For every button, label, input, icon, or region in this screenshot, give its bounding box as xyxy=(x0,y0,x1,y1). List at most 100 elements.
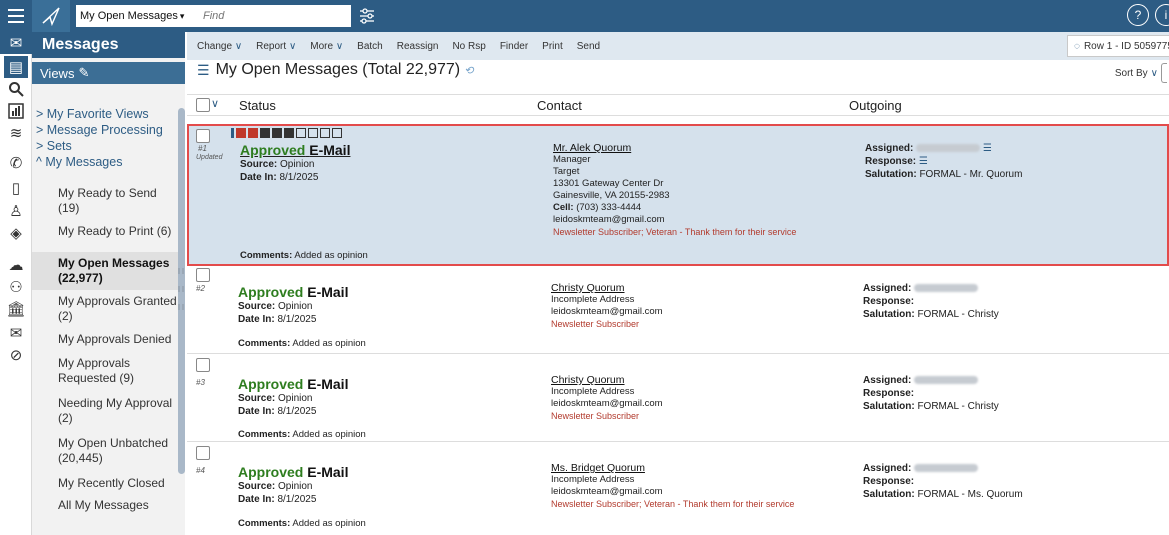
contact-name-link[interactable]: Christy Quorum xyxy=(551,374,663,386)
add-user-icon[interactable]: ♙ xyxy=(4,200,28,222)
sidebar-item-all-messages[interactable]: All My Messages xyxy=(32,494,178,514)
report-menu[interactable]: Report ∨ xyxy=(256,41,296,52)
sidebar-item-approvals-denied[interactable]: My Approvals Denied xyxy=(32,330,178,352)
row-checkbox[interactable] xyxy=(196,268,210,282)
help-icon[interactable]: ? xyxy=(1127,4,1149,26)
filter-icon[interactable]: ☰ xyxy=(197,62,210,79)
mail-icon[interactable]: ✉ xyxy=(0,32,32,54)
select-all-checkbox[interactable] xyxy=(196,98,210,112)
status-heading[interactable]: Approved E-Mail xyxy=(238,376,348,392)
send-button[interactable]: Send xyxy=(577,41,600,52)
chevron-down-icon: ∨ xyxy=(335,40,344,52)
reports-icon[interactable] xyxy=(4,100,28,122)
status-heading[interactable]: Approved E-Mail xyxy=(240,142,350,158)
link-icon[interactable] xyxy=(296,128,306,138)
bank-icon[interactable]: 🏛 xyxy=(4,298,28,320)
sidebar-item-ready-to-send[interactable]: My Ready to Send (19) xyxy=(32,184,178,224)
status-cell: Approved E-Mail Source: Opinion Date In:… xyxy=(238,284,348,326)
row-checkbox[interactable] xyxy=(196,358,210,372)
sort-toggle[interactable] xyxy=(1161,63,1167,83)
phone-icon[interactable]: ✆ xyxy=(4,152,28,174)
sidebar-item-approvals-requested[interactable]: My Approvals Requested (9) xyxy=(32,352,178,392)
row-checkbox[interactable] xyxy=(196,129,210,143)
batch-button[interactable]: Batch xyxy=(357,41,383,52)
envelope-icon[interactable]: ✉ xyxy=(4,322,28,344)
tree-item-favorite-views[interactable]: > My Favorite Views xyxy=(32,106,180,122)
table-row[interactable]: #3 Approved E-Mail Source: Opinion Date … xyxy=(187,354,1169,442)
filter-icon[interactable]: ☰ xyxy=(919,156,928,167)
label-icon[interactable] xyxy=(332,128,342,138)
find-input[interactable] xyxy=(201,5,351,27)
drag-handle-icon[interactable] xyxy=(231,128,234,138)
app-window: My Open Messages ▾ ? i ✉ ▤ ≋ ✆ ▯ ♙ ◈ ☁ ⚇… xyxy=(0,0,1169,535)
status-cell: Approved E-Mail Source: Opinion Date In:… xyxy=(238,376,348,418)
date-in-value: 8/1/2025 xyxy=(277,406,317,417)
cloud-icon[interactable]: ☁ xyxy=(4,254,28,276)
table-row[interactable]: #1 Updated Approved E-Mail Source: Opini… xyxy=(187,124,1169,266)
channel: E-Mail xyxy=(307,376,349,392)
status-cell: Approved E-Mail Source: Opinion Date In:… xyxy=(238,464,348,506)
sidebar-item-recently-closed[interactable]: My Recently Closed xyxy=(32,472,178,494)
contact-name-link[interactable]: Christy Quorum xyxy=(551,282,663,294)
tree-item-my-messages[interactable]: ^ My Messages xyxy=(32,154,180,170)
sidebar-item-open-unbatched[interactable]: My Open Unbatched (20,445) xyxy=(32,432,178,472)
salutation-label: Salutation: xyxy=(865,169,917,180)
views-bar[interactable]: Views ✎ xyxy=(32,62,185,84)
views-icon[interactable]: ▤ xyxy=(4,56,28,78)
filter-icon[interactable]: ☰ xyxy=(983,143,992,154)
pencil-icon[interactable]: ✎ xyxy=(78,65,89,81)
search-icon[interactable] xyxy=(4,78,28,100)
chevron-down-icon[interactable]: ∨ xyxy=(211,97,219,110)
sidebar-item-approvals-granted[interactable]: My Approvals Granted (2) xyxy=(32,290,178,330)
table-row[interactable]: #4 Approved E-Mail Source: Opinion Date … xyxy=(187,442,1169,535)
row-checkbox[interactable] xyxy=(196,446,210,460)
status-heading[interactable]: Approved E-Mail xyxy=(238,464,348,480)
tree-item-message-processing[interactable]: > Message Processing xyxy=(32,122,180,138)
tree-item-sets[interactable]: > Sets xyxy=(32,138,180,154)
no-rsp-button[interactable]: No Rsp xyxy=(452,41,485,52)
groups-icon[interactable]: ⚇ xyxy=(4,276,28,298)
delete-icon[interactable] xyxy=(248,128,258,138)
chevron-down-icon: ∨ xyxy=(288,40,297,52)
change-menu[interactable]: Change ∨ xyxy=(197,41,242,52)
table-row[interactable]: #2 Approved E-Mail Source: Opinion Date … xyxy=(187,268,1169,354)
contact-tags: Newsletter Subscriber xyxy=(551,319,640,329)
column-outgoing[interactable]: Outgoing xyxy=(849,98,902,113)
print-icon[interactable] xyxy=(260,128,270,138)
filter-settings-icon[interactable] xyxy=(351,5,383,27)
tag-icon[interactable] xyxy=(284,128,294,138)
info-icon[interactable]: i xyxy=(1155,4,1169,26)
contact-name-link[interactable]: Mr. Alek Quorum xyxy=(553,142,796,154)
reassign-button[interactable]: Reassign xyxy=(397,41,439,52)
edit-icon[interactable] xyxy=(236,128,246,138)
envelope-icon[interactable] xyxy=(272,128,282,138)
salutation-label: Salutation: xyxy=(863,309,915,320)
more-menu[interactable]: More ∨ xyxy=(310,41,343,52)
status-word: Approved xyxy=(238,464,304,480)
print-button[interactable]: Print xyxy=(542,41,563,52)
sidebar-item-needing-approval[interactable]: Needing My Approval (2) xyxy=(32,392,178,432)
column-status[interactable]: Status xyxy=(239,98,276,113)
cell-label: Cell: xyxy=(553,202,574,213)
refresh-icon[interactable]: ⟲ xyxy=(464,64,473,77)
resize-handle[interactable] xyxy=(178,268,184,320)
contact-name-link[interactable]: Ms. Bridget Quorum xyxy=(551,462,794,474)
sidebar-item-open-messages[interactable]: My Open Messages (22,977) xyxy=(32,252,178,290)
view-selector[interactable]: My Open Messages ▾ xyxy=(76,5,201,27)
mobile-icon[interactable]: ▯ xyxy=(4,177,28,199)
hamburger-menu-icon[interactable] xyxy=(0,0,32,32)
sidebar-item-ready-to-print[interactable]: My Ready to Print (6) xyxy=(32,224,178,252)
status-heading[interactable]: Approved E-Mail xyxy=(238,284,348,300)
slash-icon[interactable]: ⊘ xyxy=(4,344,28,366)
calendar-icon[interactable] xyxy=(320,128,330,138)
layers-icon[interactable]: ≋ xyxy=(4,122,28,144)
sort-by-control[interactable]: Sort By ∨ xyxy=(1115,63,1167,83)
date-in-label: Date In: xyxy=(240,172,277,183)
more-label: More xyxy=(310,40,334,52)
finder-button[interactable]: Finder xyxy=(500,41,528,52)
add-tag-icon[interactable]: ◈ xyxy=(4,222,28,244)
column-contact[interactable]: Contact xyxy=(537,98,582,113)
outgoing-cell: Assigned: Response: Salutation: FORMAL -… xyxy=(863,462,1023,501)
contact-address: Incomplete Address xyxy=(551,474,635,485)
person-icon[interactable] xyxy=(308,128,318,138)
